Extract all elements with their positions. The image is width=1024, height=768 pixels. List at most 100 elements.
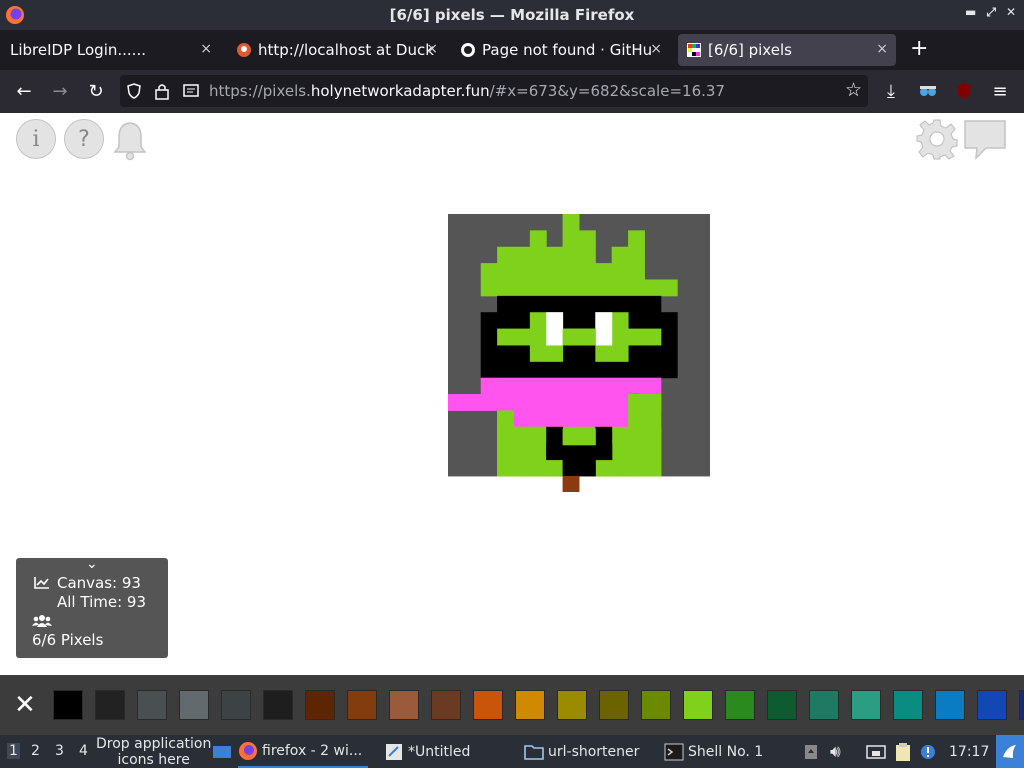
- color-swatch[interactable]: [473, 690, 503, 720]
- color-swatch[interactable]: [515, 690, 545, 720]
- color-swatch[interactable]: [683, 690, 713, 720]
- canvas-count: Canvas: 93: [57, 574, 141, 592]
- volume-icon[interactable]: 🔊︎: [830, 735, 841, 768]
- taskbar-shell-label: Shell No. 1: [688, 743, 764, 760]
- chart-line-icon: [34, 577, 49, 589]
- color-swatch[interactable]: [893, 690, 923, 720]
- color-swatch[interactable]: [557, 690, 587, 720]
- lock-icon[interactable]: [155, 82, 169, 100]
- menu-icon[interactable]: ≡: [989, 80, 1011, 102]
- tray-eject-icon[interactable]: [803, 735, 819, 768]
- help-icon[interactable]: ?: [64, 119, 104, 159]
- color-swatch[interactable]: [263, 690, 293, 720]
- color-swatch[interactable]: [641, 690, 671, 720]
- pixel: [562, 459, 596, 477]
- color-swatch[interactable]: [977, 690, 1007, 720]
- taskbar-firefox-label: firefox - 2 wi...: [262, 742, 363, 759]
- color-swatch[interactable]: [389, 690, 419, 720]
- workspace-3[interactable]: 3: [55, 743, 64, 759]
- color-swatch[interactable]: [137, 690, 167, 720]
- color-swatch[interactable]: [305, 690, 335, 720]
- color-swatch[interactable]: [95, 690, 125, 720]
- tab-pixels[interactable]: [6/6] pixels ×: [678, 34, 896, 66]
- start-menu-icon[interactable]: [996, 735, 1024, 768]
- color-swatch[interactable]: [809, 690, 839, 720]
- tab-title: http://localhost at Duck: [258, 41, 434, 59]
- workspace-4[interactable]: 4: [79, 743, 88, 759]
- page-content: i ? ⌄ Canvas: 93 All Time: 93 6/6 Pixels: [0, 113, 1024, 675]
- taskbar-firefox[interactable]: firefox - 2 wi...: [238, 735, 369, 768]
- pixel: [497, 246, 564, 264]
- info-icon[interactable]: i: [16, 119, 56, 159]
- folder-icon: [524, 744, 544, 760]
- taskbar-shell[interactable]: Shell No. 1: [664, 735, 763, 768]
- stats-panel: ⌄ Canvas: 93 All Time: 93 6/6 Pixels: [16, 556, 168, 658]
- taskbar-url-shortener-label: url-shortener: [548, 743, 640, 760]
- collapse-chevron-icon[interactable]: ⌄: [86, 556, 98, 572]
- clock[interactable]: 17:17: [949, 735, 989, 768]
- tab-close-icon[interactable]: ×: [876, 41, 888, 57]
- downloads-icon[interactable]: ⤓: [880, 80, 902, 102]
- reload-icon[interactable]: ↻: [85, 80, 107, 102]
- restore-icon[interactable]: ⤢: [986, 5, 996, 20]
- color-swatch[interactable]: [725, 690, 755, 720]
- tab-github[interactable]: Page not found · GitHu ×: [452, 34, 670, 66]
- pixel: [562, 246, 596, 264]
- color-swatch[interactable]: [53, 690, 83, 720]
- show-desktop-icon[interactable]: [212, 735, 232, 768]
- tab-libreidp[interactable]: LibreIDP Login...... ×: [2, 34, 220, 66]
- tab-duckduckgo[interactable]: http://localhost at Duck ×: [228, 34, 446, 66]
- workspace-1[interactable]: 1: [7, 743, 20, 759]
- close-icon[interactable]: ✕: [1006, 5, 1016, 20]
- pixel: [513, 426, 547, 477]
- minimize-icon[interactable]: ▬: [965, 5, 976, 20]
- navigation-bar: ← → ↻ https://pixels.holynetworkadapter.…: [0, 70, 1024, 113]
- taskbar-url-shortener[interactable]: url-shortener: [524, 735, 639, 768]
- url-text[interactable]: https://pixels.holynetworkadapter.fun/#x…: [209, 82, 725, 100]
- color-swatch[interactable]: [347, 690, 377, 720]
- color-swatch[interactable]: [767, 690, 797, 720]
- color-palette: ✕: [0, 675, 1024, 735]
- page-info-icon[interactable]: [183, 83, 199, 99]
- color-swatch[interactable]: [221, 690, 251, 720]
- pixels-online: 6/6 Pixels: [32, 631, 104, 649]
- pixel: [497, 295, 662, 313]
- network-icon[interactable]: [866, 735, 886, 768]
- drop-hint-line2: icons here: [117, 752, 190, 768]
- updates-icon[interactable]: [919, 735, 937, 768]
- text-editor-icon: [386, 743, 402, 760]
- pixel-canvas[interactable]: [448, 214, 711, 496]
- color-swatch[interactable]: [851, 690, 881, 720]
- shield-icon[interactable]: [126, 83, 142, 99]
- ublock-icon[interactable]: [953, 80, 975, 102]
- clipboard-icon[interactable]: [893, 735, 913, 768]
- new-tab-button[interactable]: +: [910, 36, 928, 61]
- pixel: [595, 312, 613, 346]
- color-swatch[interactable]: [935, 690, 965, 720]
- color-swatch[interactable]: [1019, 690, 1024, 720]
- taskbar-untitled[interactable]: *Untitled: [384, 735, 470, 768]
- pixel: [497, 410, 645, 428]
- pixel-art[interactable]: [448, 214, 711, 493]
- pixel: [480, 263, 645, 280]
- pixel: [546, 443, 613, 461]
- close-palette-icon[interactable]: ✕: [14, 692, 36, 718]
- notifications-bell-icon[interactable]: [110, 119, 150, 161]
- settings-gear-icon[interactable]: [916, 118, 958, 160]
- url-bar[interactable]: https://pixels.holynetworkadapter.fun/#x…: [120, 75, 868, 107]
- color-swatch[interactable]: [431, 690, 461, 720]
- tab-close-icon[interactable]: ×: [200, 41, 212, 57]
- privacy-badger-icon[interactable]: [917, 80, 939, 102]
- tab-title: Page not found · GitHu: [482, 41, 652, 59]
- forward-icon[interactable]: →: [49, 80, 71, 102]
- back-icon[interactable]: ←: [13, 80, 35, 102]
- chat-bubble-icon[interactable]: [962, 118, 1008, 160]
- pixel: [562, 328, 596, 346]
- bookmark-star-icon[interactable]: ☆: [845, 79, 862, 101]
- tab-close-icon[interactable]: ×: [650, 41, 662, 57]
- workspace-2[interactable]: 2: [31, 743, 40, 759]
- tab-close-icon[interactable]: ×: [426, 41, 438, 57]
- tab-title: LibreIDP Login......: [10, 41, 146, 59]
- color-swatch[interactable]: [179, 690, 209, 720]
- color-swatch[interactable]: [599, 690, 629, 720]
